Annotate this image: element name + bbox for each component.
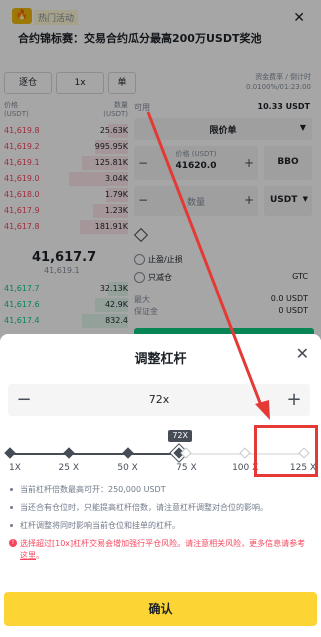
arrow-head	[255, 400, 270, 420]
arrow-line	[146, 111, 264, 409]
annotation-arrow	[146, 111, 270, 420]
highlight-box	[254, 425, 318, 477]
